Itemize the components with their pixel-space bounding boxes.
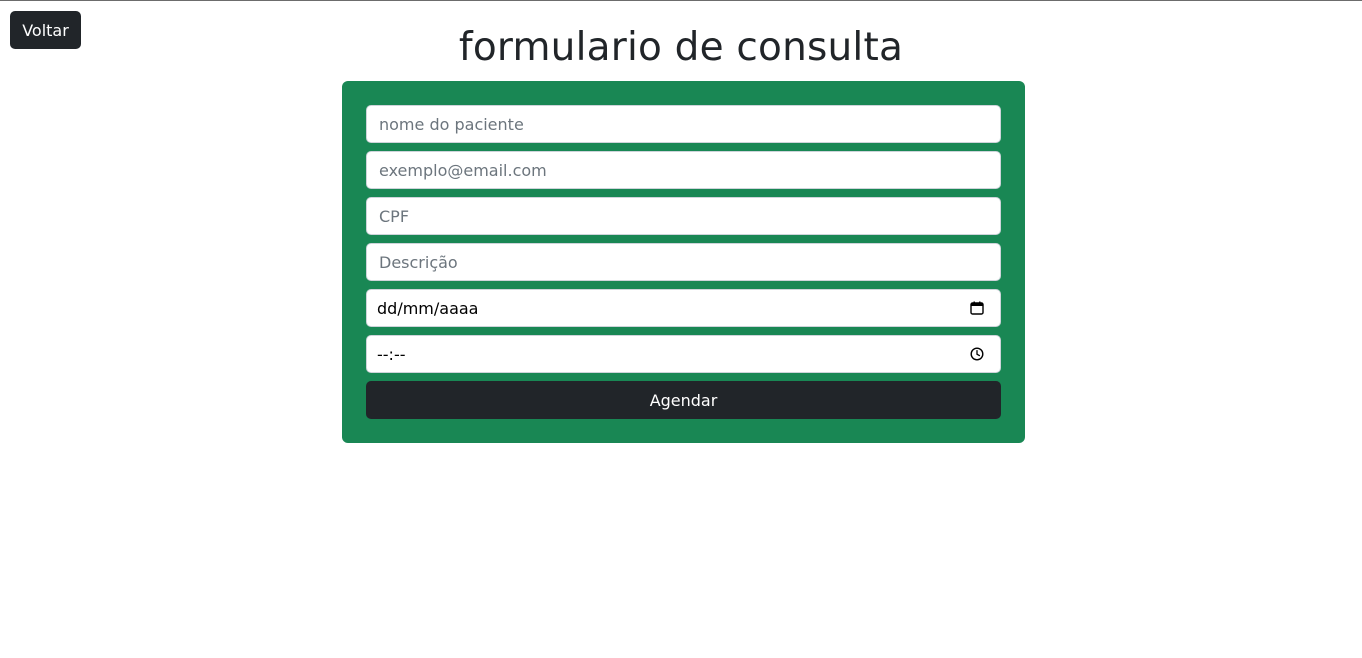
date-value: dd/mm/aaaa (377, 298, 479, 318)
description-input[interactable]: Descrição (366, 243, 1001, 281)
page-title: formulario de consulta (458, 25, 904, 70)
description-placeholder: Descrição (379, 252, 458, 272)
consultation-form: nome do paciente exemplo@email.com CPF D… (342, 81, 1025, 443)
clock-icon[interactable] (970, 347, 984, 361)
cpf-placeholder: CPF (379, 206, 410, 226)
date-input[interactable]: dd/mm/aaaa (366, 289, 1001, 327)
cpf-input[interactable]: CPF (366, 197, 1001, 235)
email-input[interactable]: exemplo@email.com (366, 151, 1001, 189)
schedule-button[interactable]: Agendar (366, 381, 1001, 419)
email-placeholder: exemplo@email.com (379, 160, 547, 180)
patient-name-placeholder: nome do paciente (379, 114, 524, 134)
patient-name-input[interactable]: nome do paciente (366, 105, 1001, 143)
time-value: --:-- (377, 344, 406, 364)
time-input[interactable]: --:-- (366, 335, 1001, 373)
top-border (0, 0, 1362, 1)
calendar-icon[interactable] (970, 301, 984, 315)
